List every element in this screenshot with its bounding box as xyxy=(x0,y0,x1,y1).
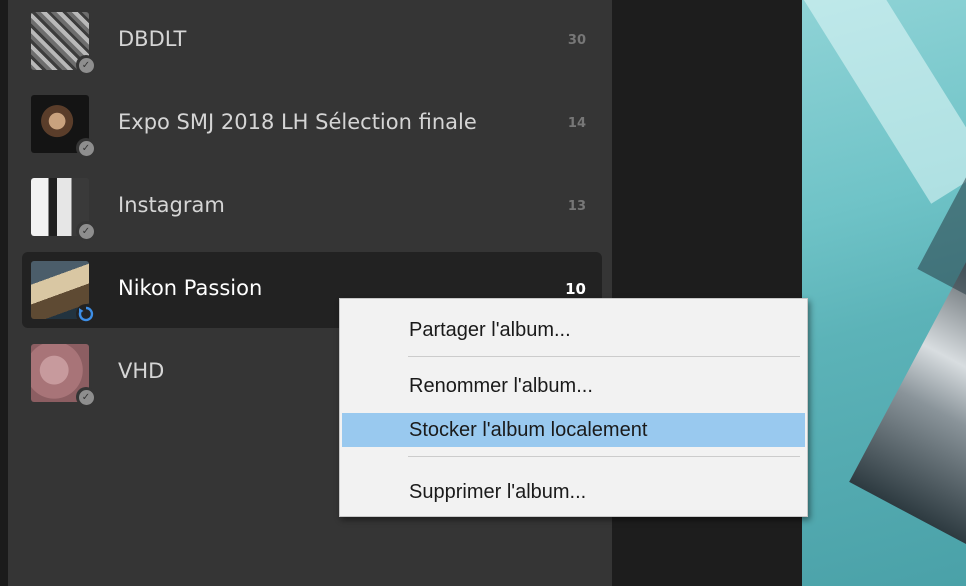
album-count: 10 xyxy=(565,280,586,298)
album-count: 30 xyxy=(567,33,586,48)
menu-separator xyxy=(408,356,800,357)
menu-item-share-album[interactable]: Partager l'album... xyxy=(342,313,805,347)
synced-check-icon: ✓ xyxy=(76,387,96,407)
synced-check-icon: ✓ xyxy=(76,221,96,241)
album-item-instagram[interactable]: ✓ Instagram 13 xyxy=(22,169,602,245)
menu-item-rename-album[interactable]: Renommer l'album... xyxy=(342,369,805,403)
album-name: Expo SMJ 2018 LH Sélection finale xyxy=(118,110,477,134)
album-name: DBDLT xyxy=(118,27,187,51)
menu-item-store-album-locally[interactable]: Stocker l'album localement xyxy=(342,413,805,447)
album-count: 13 xyxy=(567,199,586,214)
album-count: 14 xyxy=(567,116,586,131)
syncing-icon xyxy=(76,304,96,324)
album-name: Instagram xyxy=(118,193,225,217)
album-context-menu: Partager l'album... Renommer l'album... … xyxy=(339,298,808,517)
synced-check-icon: ✓ xyxy=(76,55,96,75)
album-name: VHD xyxy=(118,359,165,383)
album-item-dbdlt[interactable]: ✓ DBDLT 30 xyxy=(22,3,602,79)
album-name: Nikon Passion xyxy=(118,276,263,300)
photo-preview xyxy=(802,0,966,586)
synced-check-icon: ✓ xyxy=(76,138,96,158)
album-item-expo-smj[interactable]: ✓ Expo SMJ 2018 LH Sélection finale 14 xyxy=(22,86,602,162)
menu-separator xyxy=(408,456,800,457)
menu-item-delete-album[interactable]: Supprimer l'album... xyxy=(342,475,805,509)
